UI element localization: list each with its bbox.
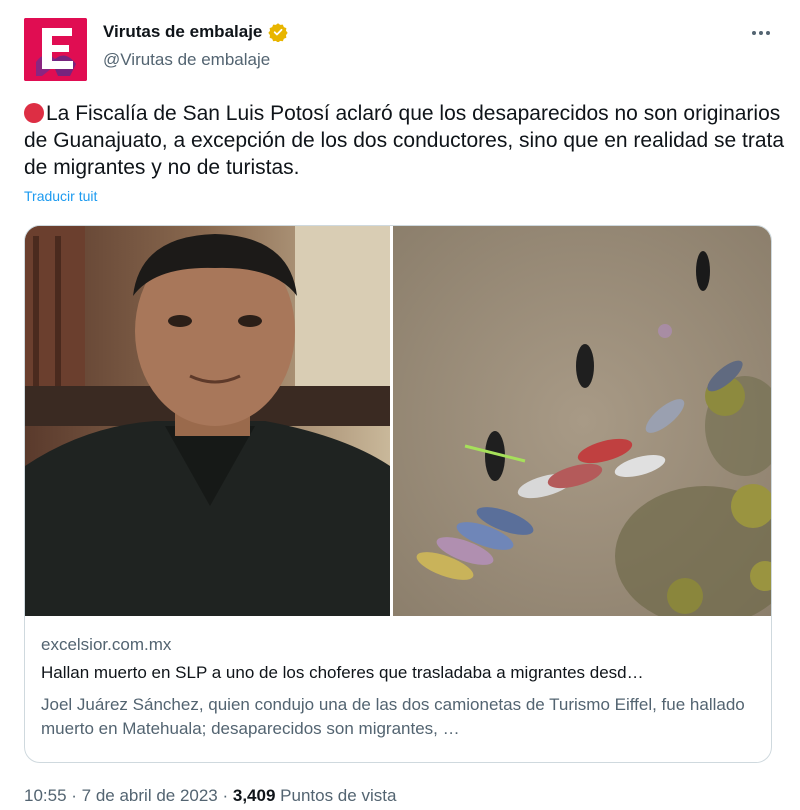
meta-separator: · <box>217 786 233 805</box>
tweet-body: La Fiscalía de San Luis Potosí aclaró qu… <box>24 102 785 179</box>
card-image <box>25 226 771 616</box>
card-description: Joel Juárez Sánchez, quien condujo una d… <box>41 695 745 738</box>
card-domain: excelsior.com.mx <box>41 635 172 654</box>
author-handle[interactable]: @Virutas de embalaje <box>103 50 270 70</box>
view-count-label: Puntos de vista <box>280 786 397 805</box>
tweet-date[interactable]: 7 de abril de 2023 <box>82 786 218 805</box>
red-circle-icon <box>24 103 44 123</box>
more-dot <box>759 31 763 35</box>
author-name-row[interactable]: Virutas de embalaje <box>103 22 289 42</box>
link-card[interactable]: excelsior.com.mx Hallan muerto en SLP a … <box>24 225 772 763</box>
verified-badge-icon <box>268 23 289 42</box>
aerial-photo <box>393 226 771 616</box>
translate-tweet-link[interactable]: Traducir tuit <box>24 188 97 204</box>
tweet-meta: 10:55 · 7 de abril de 2023 · 3,409 Punto… <box>24 786 396 806</box>
meta-separator: · <box>66 786 82 805</box>
author-display-name[interactable]: Virutas de embalaje <box>103 22 262 42</box>
more-dot <box>752 31 756 35</box>
tweet-time[interactable]: 10:55 <box>24 786 67 805</box>
card-title[interactable]: Hallan muerto en SLP a uno de los chofer… <box>41 663 757 683</box>
tweet-text: La Fiscalía de San Luis Potosí aclaró qu… <box>24 100 784 181</box>
avatar[interactable] <box>24 18 87 81</box>
more-dot <box>766 31 770 35</box>
view-count: 3,409 <box>232 786 276 805</box>
more-options-icon[interactable] <box>752 28 774 38</box>
portrait-photo <box>25 226 390 616</box>
brand-logo <box>24 18 87 81</box>
